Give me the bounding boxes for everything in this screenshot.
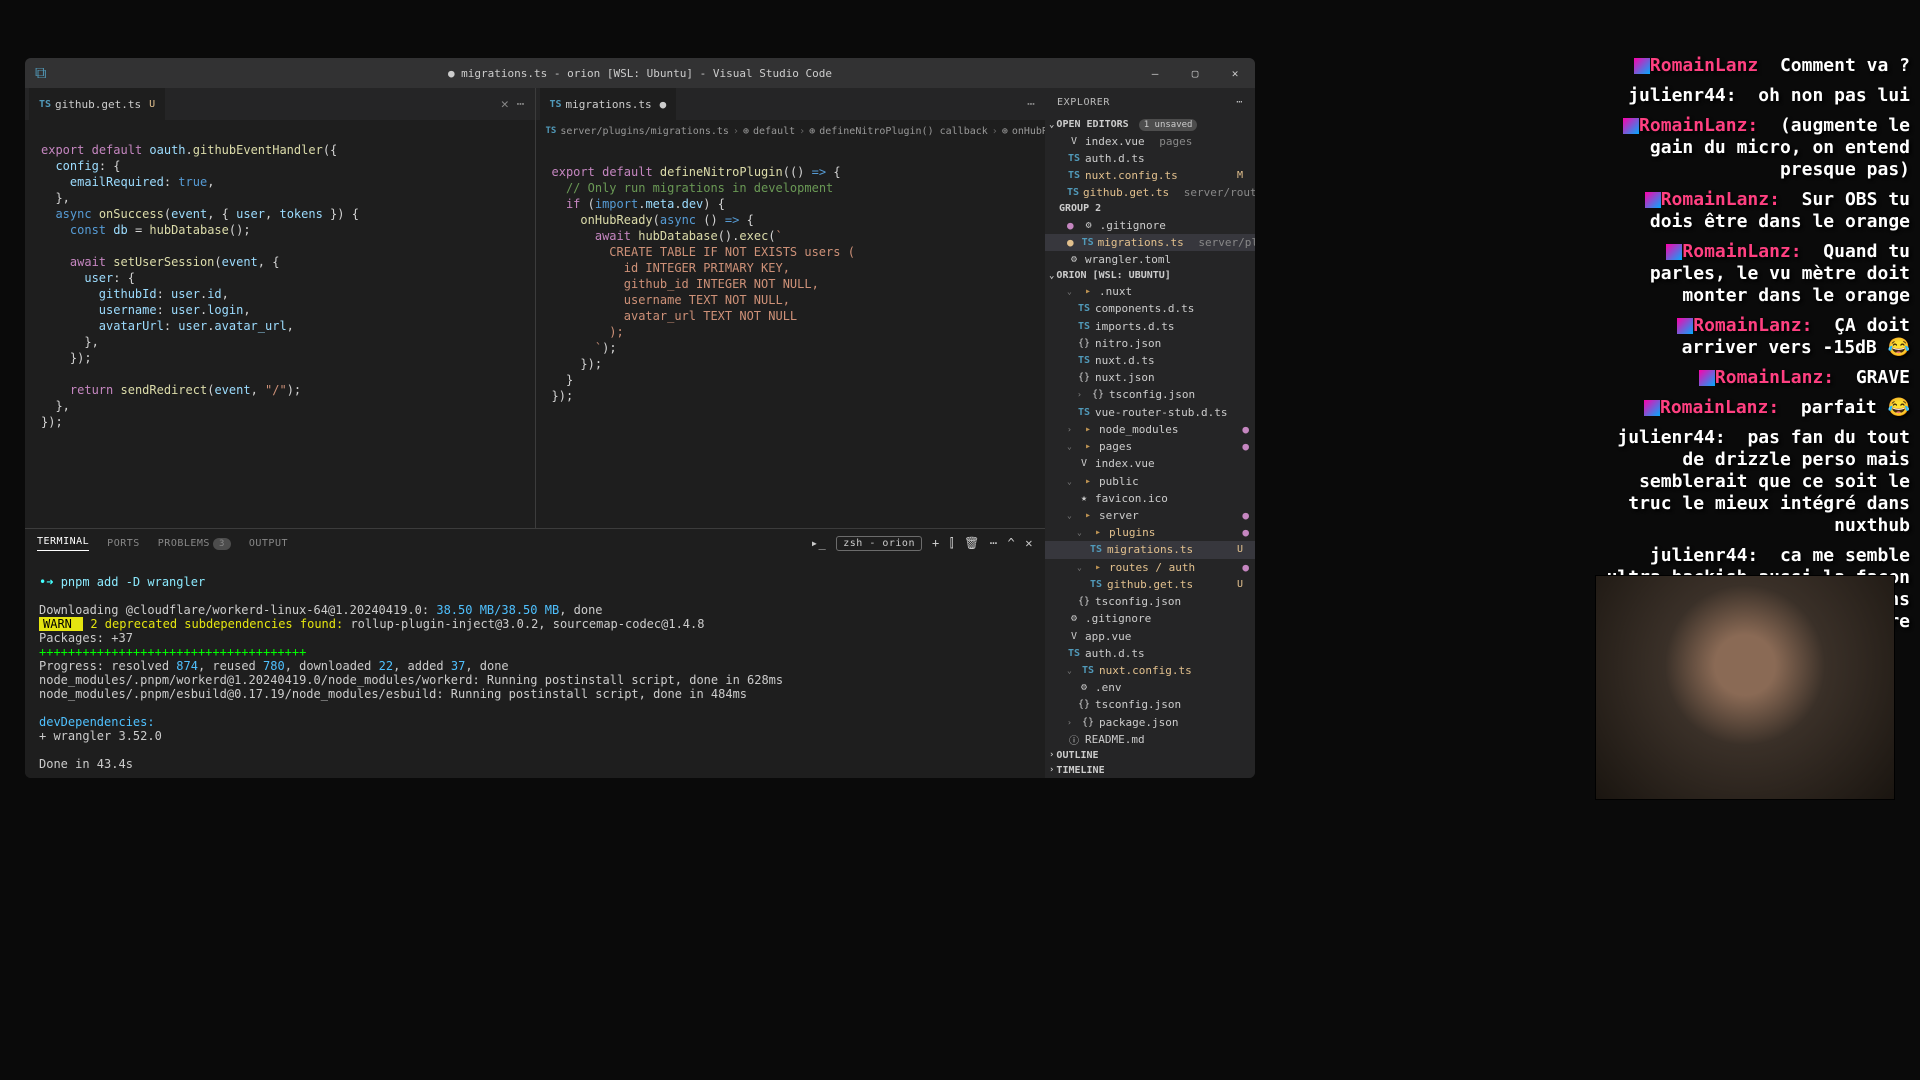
file-item[interactable]: ⚙.gitignore (1045, 610, 1255, 627)
file-item[interactable]: ⓘREADME.md (1045, 731, 1255, 748)
chat-message: julienr44: pas fan du tout de drizzle pe… (1600, 427, 1920, 537)
folder-item[interactable]: ⌄▸plugins● (1045, 524, 1255, 541)
ts-icon: TS (550, 99, 562, 110)
window-title: ● migrations.ts - orion [WSL: Ubuntu] - … (448, 67, 832, 80)
file-item[interactable]: TSmigrations.tsU (1045, 541, 1255, 558)
panel-tabs: TERMINAL PORTS PROBLEMS3 OUTPUT ▸_ zsh -… (25, 529, 1045, 557)
file-item[interactable]: ›{}package.json (1045, 714, 1255, 731)
split-terminal-button[interactable]: ⫿ (950, 536, 954, 551)
tab-problems[interactable]: PROBLEMS3 (158, 538, 231, 549)
chat-message: RomainLanz: Quand tu parles, le vu mètre… (1600, 241, 1920, 307)
folder-item[interactable]: ⌄▸.nuxt (1045, 283, 1255, 300)
tab-terminal[interactable]: TERMINAL (37, 536, 89, 551)
vscode-window: ⧉ ● migrations.ts - orion [WSL: Ubuntu] … (25, 58, 1255, 778)
file-item[interactable]: ★favicon.ico (1045, 490, 1255, 507)
maximize-panel-button[interactable]: ^ (1008, 536, 1016, 550)
file-item[interactable]: {}tsconfig.json (1045, 696, 1255, 713)
file-item[interactable]: ⌄TSnuxt.config.ts (1045, 662, 1255, 679)
folder-item[interactable]: ⌄▸pages● (1045, 438, 1255, 455)
breadcrumb[interactable]: TS server/plugins/migrations.ts› ⊕defaul… (536, 120, 1046, 142)
close-button[interactable]: ✕ (1215, 58, 1255, 88)
file-item[interactable]: {}nitro.json (1045, 335, 1255, 352)
sidebar-title: EXPLORER ⋯ (1045, 88, 1255, 117)
section-outline[interactable]: ›OUTLINE (1045, 748, 1255, 763)
file-item[interactable]: TSauth.d.ts (1045, 645, 1255, 662)
tab-label: migrations.ts (566, 98, 652, 111)
file-item[interactable]: TSgithub.get.tsU (1045, 576, 1255, 593)
file-item[interactable]: {}tsconfig.json (1045, 593, 1255, 610)
section-workspace[interactable]: ⌄ORION [WSL: UBUNTU] (1045, 268, 1255, 283)
open-editor-item[interactable]: TSgithub.get.ts server/routes/authU (1045, 184, 1255, 201)
kill-terminal-button[interactable]: 🗑 (964, 536, 980, 550)
tab-more-icon[interactable]: ⋯ (1027, 97, 1035, 112)
chat-message: RomainLanz Comment va ? (1600, 55, 1920, 77)
close-panel-button[interactable]: ✕ (1025, 536, 1033, 550)
open-editor-item[interactable]: ⚙wrangler.toml (1045, 251, 1255, 268)
modified-dot-icon: ● (660, 98, 667, 111)
editor-tabs-right: TS migrations.ts ● ⋯ (536, 88, 1046, 120)
folder-item[interactable]: ⌄▸routes / auth● (1045, 559, 1255, 576)
webcam-feed (1596, 576, 1894, 799)
chat-message: RomainLanz: ÇA doit arriver vers -15dB 😂 (1600, 315, 1920, 359)
terminal-panel: TERMINAL PORTS PROBLEMS3 OUTPUT ▸_ zsh -… (25, 528, 1045, 778)
terminal-name[interactable]: zsh - orion (836, 536, 922, 551)
tab-close-icon[interactable]: ✕ (501, 97, 509, 112)
titlebar[interactable]: ⧉ ● migrations.ts - orion [WSL: Ubuntu] … (25, 58, 1255, 88)
file-item[interactable]: {}nuxt.json (1045, 369, 1255, 386)
chat-message: RomainLanz: parfait 😂 (1600, 397, 1920, 419)
webcam-overlay (1595, 575, 1895, 800)
minimap[interactable] (995, 142, 1045, 528)
editor-group-1: TS github.get.ts U ✕ ⋯ 💡export default o… (25, 88, 535, 528)
open-editor-item[interactable]: ●⚙.gitignore (1045, 216, 1255, 233)
code-editor-left[interactable]: 💡export default oauth.githubEventHandler… (25, 120, 535, 528)
tab-output[interactable]: OUTPUT (249, 538, 288, 549)
file-item[interactable]: ⚙.env (1045, 679, 1255, 696)
folder-item[interactable]: ⌄▸server● (1045, 507, 1255, 524)
open-editor-item[interactable]: TSauth.d.ts (1045, 150, 1255, 167)
more-button[interactable]: ⋯ (990, 536, 998, 550)
section-open-editors[interactable]: ⌄OPEN EDITORS 1 unsaved (1045, 117, 1255, 133)
tab-github-get[interactable]: TS github.get.ts U (29, 88, 166, 120)
tab-status: U (149, 99, 155, 110)
chat-message: RomainLanz: (augmente le gain du micro, … (1600, 115, 1920, 181)
vscode-icon: ⧉ (35, 63, 46, 83)
open-editor-item[interactable]: Vindex.vue pages (1045, 133, 1255, 150)
file-item[interactable]: TScomponents.d.ts (1045, 300, 1255, 317)
chat-message: RomainLanz: GRAVE (1600, 367, 1920, 389)
file-item[interactable]: TSimports.d.ts (1045, 318, 1255, 335)
minimap[interactable] (485, 120, 535, 528)
editor-group-2: TS migrations.ts ● ⋯ TS server/plugins/m… (535, 88, 1046, 528)
file-item[interactable]: ›{}tsconfig.json (1045, 386, 1255, 403)
folder-item[interactable]: ›▸node_modules● (1045, 421, 1255, 438)
minimize-button[interactable]: — (1135, 58, 1175, 88)
explorer-sidebar: EXPLORER ⋯ ⌄OPEN EDITORS 1 unsaved Vinde… (1045, 88, 1255, 778)
chat-message: RomainLanz: Sur OBS tu dois être dans le… (1600, 189, 1920, 233)
chat-message: julienr44: oh non pas lui (1600, 85, 1920, 107)
file-item[interactable]: Vindex.vue (1045, 455, 1255, 472)
file-item[interactable]: TSvue-router-stub.d.ts (1045, 404, 1255, 421)
maximize-button[interactable]: ▢ (1175, 58, 1215, 88)
editor-tabs-left: TS github.get.ts U ✕ ⋯ (25, 88, 535, 120)
tab-label: github.get.ts (55, 98, 141, 111)
sidebar-more-icon[interactable]: ⋯ (1236, 97, 1243, 108)
new-terminal-button[interactable]: + (932, 536, 940, 550)
open-editor-item[interactable]: TSnuxt.config.tsM (1045, 167, 1255, 184)
file-item[interactable]: TSnuxt.d.ts (1045, 352, 1255, 369)
file-item[interactable]: Vapp.vue (1045, 627, 1255, 644)
section-group-2[interactable]: GROUP 2 (1045, 201, 1255, 216)
tab-migrations[interactable]: TS migrations.ts ● (540, 88, 678, 120)
stream-chat-overlay: RomainLanz Comment va ? julienr44: oh no… (1600, 55, 1920, 641)
folder-item[interactable]: ⌄▸public (1045, 472, 1255, 489)
tab-ports[interactable]: PORTS (107, 538, 140, 549)
code-editor-right[interactable]: 💡export default defineNitroPlugin(() => … (536, 142, 1046, 528)
terminal-icon: ▸_ (811, 536, 826, 550)
tab-more-icon[interactable]: ⋯ (517, 97, 525, 112)
ts-icon: TS (39, 99, 51, 110)
open-editor-item[interactable]: ●TSmigrations.ts server/pluginsU (1045, 234, 1255, 251)
section-timeline[interactable]: ›TIMELINE (1045, 763, 1255, 778)
terminal-body[interactable]: •➜ pnpm add -D wrangler Downloading @clo… (25, 557, 1045, 778)
